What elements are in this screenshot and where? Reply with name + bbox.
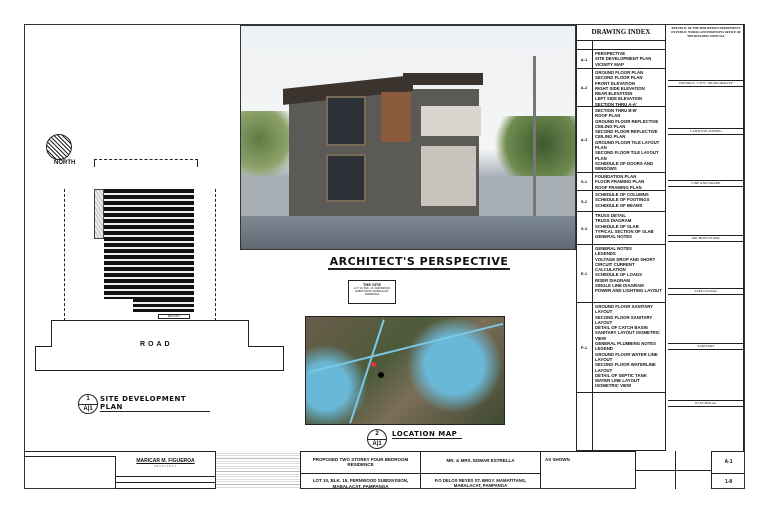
approval-label: STRUCTURAL [668, 288, 744, 295]
drawing-index-row: S-2 SCHEDULE OF COLUMNS SCHEDULE OF FOOTIN… [576, 191, 666, 212]
perspective-title: ARCHITECT'S PERSPECTIVE [328, 255, 510, 270]
sheet-item: SECOND FLOOR SANITARY LAYOUT [595, 314, 653, 325]
callout-text: LOT 10, BLK. 15, FERNWOOD SUBDIVISION, M… [353, 287, 391, 296]
sheet-code: S-1 [576, 173, 593, 190]
drawing-index-row: P-1 GROUND FLOOR SANITARY LAYOUT SECOND FL… [576, 303, 666, 393]
drawing-index-row [576, 393, 666, 451]
sheet-item: GROUND FLOOR TILE LAYOUT PLAN [595, 139, 660, 151]
sheet-item: SECOND FLOOR REFLECTIVE CEILING PLAN [595, 129, 658, 140]
location-map-image[interactable] [305, 316, 505, 425]
sheet-code: A-1 [576, 50, 593, 68]
detail-sheet-no: 1 [89, 406, 93, 412]
owner-address: P.O DELOS REYES ST. BRGY. MAMATITANG, MA… [421, 473, 540, 489]
sheet-item: WATER LINE LAYOUT ISOMETRIC VIEW [595, 378, 640, 389]
sheet-contents: FOUNDATION PLAN FLOOR FRAMING PLAN ROOF FR… [593, 173, 666, 190]
approval-label: SANITARY [668, 343, 744, 350]
approval-label: LINE AND GRADE [668, 180, 744, 187]
sheet-contents: TRUSS DETAIL TRUSS DIAGRAM SCHEDULE OF SLA… [593, 212, 666, 244]
drawing-index-row [576, 41, 666, 50]
sheet-item: GROUND FLOOR SANITARY LAYOUT [595, 304, 653, 315]
sheet-code: P-1 [576, 303, 593, 392]
house-footprint [104, 189, 194, 299]
drawing-index-row: A-3 SECTION THRU B-B' ROOF PLAN GROUND FLOO… [576, 107, 666, 173]
sheet-code: A-2 [576, 69, 593, 106]
sheet-item: VOLTAGE DROP AND SHORT CIRCUIT CURRENT C… [595, 256, 656, 273]
sheet-item: POWER AND LIGHTING LAYOUT [595, 288, 662, 294]
north-label: NORTH [54, 160, 76, 166]
sheet-contents: GROUND FLOOR PLAN SECOND FLOOR PLAN FRONT … [593, 69, 666, 107]
north-arrow-icon [46, 134, 72, 160]
sheet-code: S-2 [576, 191, 593, 211]
sheet-item: ROOF FRAMING PLAN [595, 184, 642, 190]
owner-name: MR. & MRS. EDMAR ESTRELLA [446, 458, 515, 463]
approval-label: DISTRICT / CITY / MUNICIPALITY [668, 80, 744, 87]
sheet-item: GROUND FLOOR WATER LINE LAYOUT [595, 351, 658, 362]
balcony-label: BALCONY [158, 314, 190, 319]
agency-header: REPUBLIC OF THE PHILIPPINES DEPARTMENT O… [671, 26, 741, 38]
sheet-item: SECOND FLOOR TILE LAYOUT PLAN [595, 150, 659, 161]
sheet-contents: GENERAL NOTES LEGENDS VOLTAGE DROP AND SHO… [593, 245, 666, 302]
sheet-number: 1-8 [724, 479, 733, 485]
approval-label: ELECTRICAL [668, 400, 744, 407]
site-callout: THE SITE LOT 10, BLK. 15, FERNWOOD SUBDI… [348, 280, 396, 304]
sheet-contents [593, 41, 666, 49]
drawing-index-row: A-1 PERSPECTIVE SITE DEVELOPMENT PLAN VICIN… [576, 50, 666, 69]
sheet-item: VICINITY MAP [595, 61, 624, 67]
architect-perspective-image [240, 25, 576, 250]
detail-sheet: A [83, 406, 88, 412]
road-label: ROAD [140, 341, 173, 348]
sheet-code: A-1 [712, 459, 745, 474]
sheet-item: SECOND FLOOR WATERLINE LAYOUT [595, 362, 656, 373]
drawing-index-row: E-1 GENERAL NOTES LEGENDS VOLTAGE DROP AND … [576, 245, 666, 303]
site-marker-icon [378, 372, 384, 378]
notes-block [216, 451, 301, 489]
drawing-index-row: S-3 TRUSS DETAIL TRUSS DIAGRAM SCHEDULE OF … [576, 212, 666, 245]
sheet-contents: SECTION THRU B-B' ROOF PLAN GROUND FLOOR R… [593, 107, 666, 172]
sheet-item: SANITARY LAYOUT ISOMETRIC VIEW [595, 330, 660, 341]
detail-sheet-no: 1 [378, 441, 382, 447]
location-map-title: LOCATION MAP [392, 430, 462, 439]
sheet-contents [593, 393, 666, 450]
sheet-item: GENERAL NOTES [595, 234, 632, 240]
map-pin-icon [371, 362, 376, 367]
approval-label: ARCHITECTURAL [668, 235, 744, 242]
scale-value: AS SHOWN [541, 451, 636, 489]
sheet-item: GROUND FLOOR REFLECTIVE CEILING PLAN [595, 118, 659, 129]
sheet-contents: GROUND FLOOR SANITARY LAYOUT SECOND FLOOR… [593, 303, 666, 392]
architect-role: ARCHITECT [153, 465, 178, 468]
site-plan-title: SITE DEVELOPMENT PLAN [100, 395, 210, 412]
project-location: LOT 10, BLK. 15, FERNWOOD SUBDIVISION, M… [301, 473, 420, 489]
approval-label: LAND USE ZONING [668, 128, 744, 135]
sheet-code: E-1 [576, 245, 593, 302]
sheet-code: A-3 [576, 107, 593, 172]
sheet-item: SCHEDULE OF DOORS AND WINDOWS [595, 160, 654, 172]
drawing-index-row: A-2 GROUND FLOOR PLAN SECOND FLOOR PLAN FRO… [576, 69, 666, 107]
drawing-index-row: S-1 FOUNDATION PLAN FLOOR FRAMING PLAN ROOF… [576, 173, 666, 191]
detail-marker: 1 A | 1 [78, 394, 98, 414]
detail-marker: 2 A | 1 [367, 429, 387, 449]
sheet-code: S-3 [576, 212, 593, 244]
sheet-code [576, 393, 593, 450]
detail-number: 1 [86, 396, 90, 402]
sheet-code [576, 41, 593, 49]
sheet-item: GENERAL PLUMBING NOTES LEGEND [595, 341, 657, 352]
detail-sheet: A [372, 441, 377, 447]
detail-number: 2 [375, 431, 379, 437]
sheet-contents: SCHEDULE OF COLUMNS SCHEDULE OF FOOTINGS S… [593, 191, 666, 211]
sheet-contents: PERSPECTIVE SITE DEVELOPMENT PLAN VICINITY… [593, 50, 666, 68]
drawing-index-title: DRAWING INDEX [576, 24, 666, 41]
sheet-item: SCHEDULE OF BEAMS [595, 202, 643, 208]
project-title: PROPOSED TWO STOREY FOUR BEDROOM RESIDEN… [312, 457, 409, 467]
